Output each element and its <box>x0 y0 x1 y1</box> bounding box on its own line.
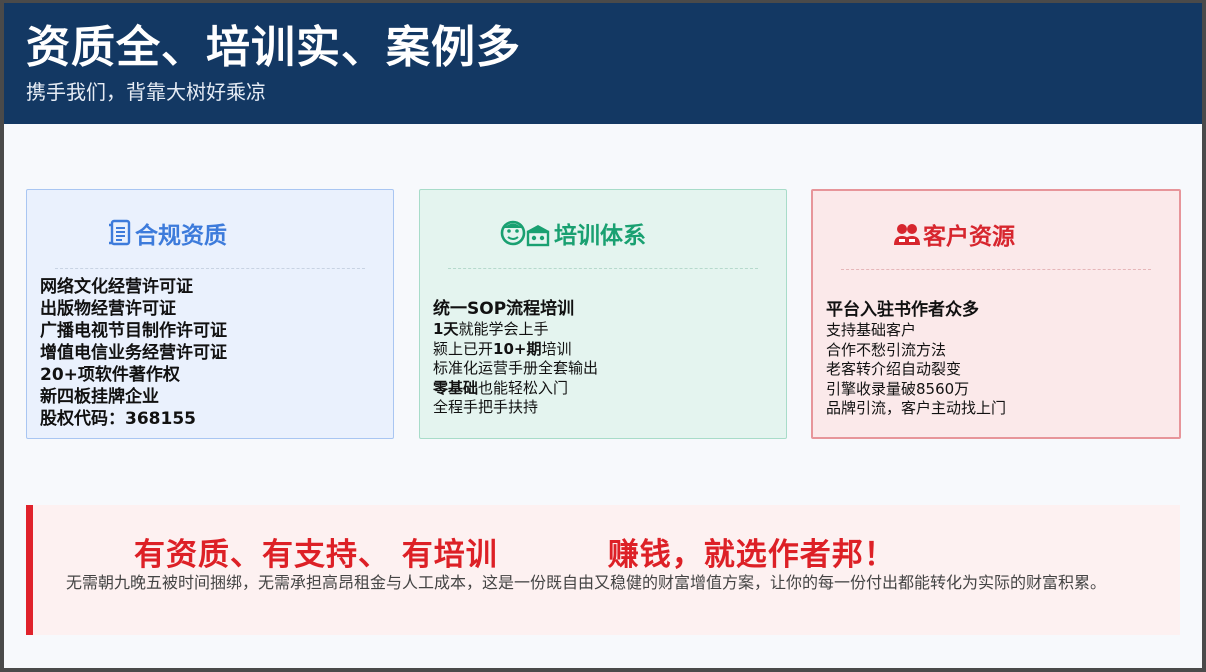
card-compliance: 合规资质 网络文化经营许可证 出版物经营许可证 广播电视节目制作许可证 增值电信… <box>26 189 394 439</box>
list-item: 合作不愁引流方法 <box>826 340 947 359</box>
list-item: 全程手把手扶持 <box>433 398 539 416</box>
banner-description: 无需朝九晚五被时间捆绑，无需承担高昂租金与人工成本，这是一份既自由又稳健的财富增… <box>66 573 1107 592</box>
divider <box>55 268 365 269</box>
card-header: 培训体系 <box>420 216 786 250</box>
card-title: 培训体系 <box>554 223 646 249</box>
qualification-list: 网络文化经营许可证 出版物经营许可证 广播电视节目制作许可证 增值电信业务经营许… <box>40 276 385 430</box>
divider <box>448 268 758 269</box>
list-item: 20+项软件著作权 <box>40 365 180 385</box>
training-team-icon <box>500 220 550 247</box>
list-item: 出版物经营许可证 <box>40 299 176 319</box>
card-title: 合规资质 <box>135 223 227 249</box>
list-item: 引擎收录量破8560万 <box>826 379 970 398</box>
users-icon <box>894 224 920 245</box>
promo-banner: 有资质、有支持、 有培训 赚钱，就选作者邦！ 无需朝九晚五被时间捆绑，无需承担高昂… <box>26 505 1180 635</box>
card-title: 客户资源 <box>923 224 1015 250</box>
list-item: 颍上已开10+期培训 <box>433 339 572 358</box>
slogan-right: 赚钱，就选作者邦！ <box>607 537 896 573</box>
header: 资质全、培训实、案例多 携手我们，背靠大树好乘凉 <box>4 3 1202 124</box>
list-item: 新四板挂牌企业 <box>40 387 159 407</box>
list-item: 增值电信业务经营许可证 <box>40 343 227 363</box>
slogan: 有资质、有支持、 有培训 赚钱，就选作者邦！ <box>134 529 896 574</box>
list-item: 股权代码：368155 <box>40 409 196 429</box>
customer-list: 平台入驻书作者众多 支持基础客户 合作不愁引流方法 老客转介绍自动裂变 引擎收录… <box>826 299 1171 419</box>
list-item: 品牌引流，客户主动找上门 <box>826 399 1007 417</box>
card-header: 合规资质 <box>27 216 393 250</box>
card-training: 培训体系 统一SOP流程培训 1天就能学会上手 颍上已开10+期培训 标准化运营… <box>419 189 787 439</box>
page-title: 资质全、培训实、案例多 <box>26 22 521 73</box>
accent-bar <box>26 505 33 635</box>
list-lead: 平台入驻书作者众多 <box>826 300 979 320</box>
page-subtitle: 携手我们，背靠大树好乘凉 <box>26 80 266 104</box>
list-item: 零基础也能轻松入门 <box>433 378 569 397</box>
document-icon <box>109 219 131 246</box>
card-customers: 客户资源 平台入驻书作者众多 支持基础客户 合作不愁引流方法 老客转介绍自动裂变… <box>811 189 1181 439</box>
training-list: 统一SOP流程培训 1天就能学会上手 颍上已开10+期培训 标准化运营手册全套输… <box>433 298 778 418</box>
list-lead: 统一SOP流程培训 <box>433 299 575 319</box>
list-item: 老客转介绍自动裂变 <box>826 360 962 378</box>
page: 资质全、培训实、案例多 携手我们，背靠大树好乘凉 合规资质 网络文化经营许可证 … <box>4 3 1202 668</box>
divider <box>841 269 1151 270</box>
list-item: 标准化运营手册全套输出 <box>433 359 599 377</box>
list-item: 支持基础客户 <box>826 321 917 339</box>
list-item: 1天就能学会上手 <box>433 320 549 338</box>
list-item: 广播电视节目制作许可证 <box>40 321 227 341</box>
list-item: 网络文化经营许可证 <box>40 277 193 297</box>
slogan-left: 有资质、有支持、 有培训 <box>134 537 498 573</box>
card-header: 客户资源 <box>813 217 1179 251</box>
